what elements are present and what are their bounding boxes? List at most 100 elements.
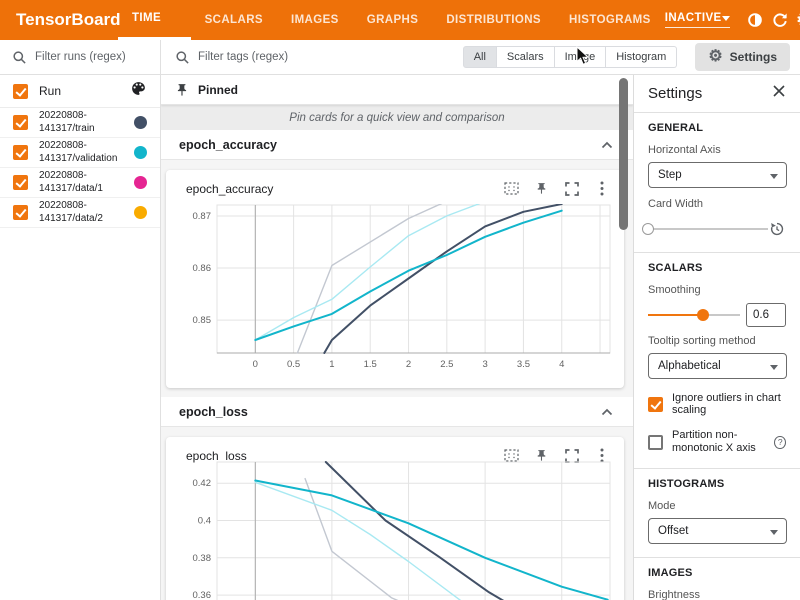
svg-text:0.86: 0.86 (193, 263, 212, 274)
pinned-section-header: Pinned (161, 75, 633, 105)
group-heading: GENERAL (648, 122, 786, 134)
svg-text:1.5: 1.5 (364, 359, 377, 370)
smoothing-slider[interactable] (648, 308, 740, 322)
horizontal-axis-label: Horizontal Axis (648, 144, 786, 156)
ignore-outliers-checkbox[interactable] (648, 397, 663, 412)
svg-text:0.36: 0.36 (193, 590, 212, 600)
svg-text:0.5: 0.5 (287, 359, 300, 370)
group-heading: SCALARS (648, 262, 786, 274)
card-width-slider[interactable] (648, 222, 768, 236)
search-icon (12, 50, 27, 65)
gear-icon: ⚙ (708, 49, 722, 65)
filter-image-button[interactable]: Image (555, 46, 607, 68)
run-checkbox[interactable] (13, 115, 28, 130)
histogram-mode-label: Mode (648, 500, 786, 512)
pin-card-icon[interactable] (533, 180, 550, 197)
tab-histograms[interactable]: HISTOGRAMS (555, 0, 665, 40)
tooltip-sorting-select[interactable]: Alphabetical (648, 353, 787, 379)
app-header: TensorBoard TIME SERIES SCALARS IMAGES G… (0, 0, 800, 40)
card-epoch-accuracy: epoch_accuracy (166, 170, 624, 388)
settings-button-label: Settings (730, 50, 777, 64)
svg-text:0.87: 0.87 (193, 211, 212, 222)
fit-domain-icon[interactable] (503, 180, 520, 197)
chevron-up-icon[interactable] (601, 141, 613, 149)
run-row-validation[interactable]: 20220808-141317/validation (0, 138, 160, 168)
refresh-icon[interactable] (771, 7, 789, 34)
settings-gear-icon[interactable]: ⚙ (796, 7, 800, 34)
partition-x-axis-row: Partition non-monotonic X axis ? (648, 429, 786, 455)
tag-filter (175, 50, 348, 65)
run-color-dot (134, 146, 147, 159)
svg-text:0.85: 0.85 (193, 315, 212, 326)
select-all-runs-checkbox[interactable] (13, 84, 28, 99)
card-title: epoch_accuracy (186, 182, 273, 196)
pin-hint: Pin cards for a quick view and compariso… (161, 105, 633, 130)
svg-text:0.42: 0.42 (193, 478, 212, 489)
run-filter-input[interactable] (35, 51, 145, 63)
run-row-data-2[interactable]: 20220808-141317/data/2 (0, 198, 160, 228)
smoothing-label: Smoothing (648, 284, 786, 296)
group-heading: HISTOGRAMS (648, 478, 786, 490)
run-checkbox[interactable] (13, 145, 28, 160)
horizontal-axis-select[interactable]: Step (648, 162, 787, 188)
settings-group-scalars: SCALARS Smoothing Tooltip sorting method… (634, 253, 800, 469)
more-options-icon[interactable] (593, 180, 610, 197)
run-color-dot (134, 176, 147, 189)
brightness-toggle-icon[interactable] (746, 7, 764, 34)
run-color-dot (134, 206, 147, 219)
tensorboard-app: TensorBoard TIME SERIES SCALARS IMAGES G… (0, 0, 800, 600)
epoch-accuracy-chart: 0.850.860.8700.511.522.533.54 (178, 203, 613, 375)
tag-filter-input[interactable] (198, 51, 348, 63)
chevron-up-icon[interactable] (601, 408, 613, 416)
run-label: 20220808-141317/data/1 (39, 170, 123, 195)
app-logo: TensorBoard (0, 0, 118, 40)
run-column-label: Run (39, 84, 61, 98)
svg-text:2.5: 2.5 (440, 359, 453, 370)
run-row-data-1[interactable]: 20220808-141317/data/1 (0, 168, 160, 198)
histogram-mode-select[interactable]: Offset (648, 518, 787, 544)
ignore-outliers-row: Ignore outliers in chart scaling (648, 392, 786, 416)
smoothing-value-input[interactable] (746, 303, 786, 327)
tab-distributions[interactable]: DISTRIBUTIONS (432, 0, 555, 40)
filter-all-button[interactable]: All (463, 46, 497, 68)
tab-scalars[interactable]: SCALARS (191, 0, 277, 40)
settings-button[interactable]: ⚙ Settings (695, 43, 790, 71)
tooltip-sorting-label: Tooltip sorting method (648, 335, 786, 347)
section-epoch-accuracy[interactable]: epoch_accuracy (161, 130, 633, 160)
palette-icon[interactable] (130, 80, 147, 102)
svg-text:2: 2 (406, 359, 411, 370)
filter-histogram-button[interactable]: Histogram (606, 46, 677, 68)
tab-graphs[interactable]: GRAPHS (353, 0, 433, 40)
settings-panel: Settings GENERAL Horizontal Axis Step Ca… (633, 75, 800, 600)
help-icon[interactable]: ? (774, 436, 786, 449)
card-epoch-loss: epoch_loss (166, 437, 624, 600)
close-icon[interactable] (772, 84, 786, 103)
run-checkbox[interactable] (13, 205, 28, 220)
search-icon (175, 50, 190, 65)
reload-status-dropdown[interactable]: INACTIVE (665, 12, 730, 28)
settings-group-general: GENERAL Horizontal Axis Step Card Width (634, 113, 800, 253)
brightness-label: Brightness (648, 589, 786, 600)
settings-group-histograms: HISTOGRAMS Mode Offset (634, 469, 800, 558)
section-epoch-loss[interactable]: epoch_loss (161, 397, 633, 427)
section-title: epoch_accuracy (179, 138, 277, 152)
filter-scalars-button[interactable]: Scalars (497, 46, 555, 68)
run-color-dot (134, 116, 147, 129)
status-value: INACTIVE (665, 12, 722, 24)
tab-time-series[interactable]: TIME SERIES (118, 0, 191, 40)
main-scrollbar-thumb[interactable] (619, 78, 628, 230)
epoch-loss-chart: 0.360.380.40.4201234 (178, 460, 613, 600)
chevron-down-icon (722, 16, 730, 21)
run-checkbox[interactable] (13, 175, 28, 190)
run-label: 20220808-141317/train (39, 110, 123, 135)
reset-card-width-icon[interactable] (768, 220, 786, 238)
svg-text:0: 0 (253, 359, 258, 370)
svg-text:3: 3 (482, 359, 487, 370)
svg-text:3.5: 3.5 (517, 359, 530, 370)
tag-toolbar: All Scalars Image Histogram ⚙ Settings (161, 40, 800, 75)
run-label: 20220808-141317/validation (39, 140, 123, 165)
run-row-train[interactable]: 20220808-141317/train (0, 108, 160, 138)
tab-images[interactable]: IMAGES (277, 0, 353, 40)
partition-x-axis-checkbox[interactable] (648, 435, 663, 450)
fullscreen-icon[interactable] (563, 180, 580, 197)
